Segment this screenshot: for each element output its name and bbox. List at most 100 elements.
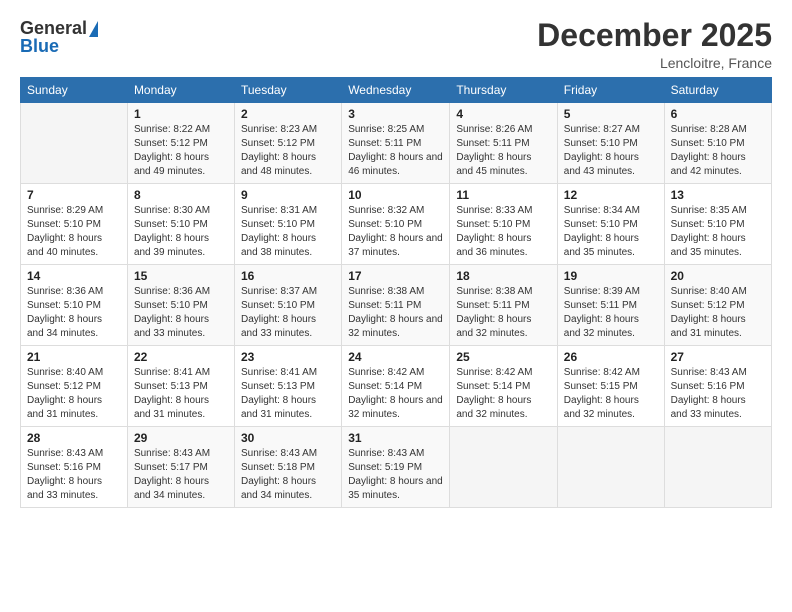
day-info: Sunrise: 8:43 AMSunset: 5:16 PMDaylight:…	[27, 447, 121, 503]
day-info: Sunrise: 8:25 AMSunset: 5:11 PMDaylight:…	[348, 123, 443, 179]
day-number: 31	[348, 431, 443, 445]
calendar-cell: 8Sunrise: 8:30 AMSunset: 5:10 PMDaylight…	[127, 184, 234, 265]
calendar-cell: 25 Sunrise: 8:42 AMSunset: 5:14 PMDayligh…	[450, 346, 557, 427]
day-number: 2	[241, 107, 335, 121]
calendar-cell: 30 Sunrise: 8:43 AMSunset: 5:18 PMDayligh…	[234, 427, 341, 508]
day-info: Sunrise: 8:29 AMSunset: 5:10 PMDaylight:…	[27, 204, 121, 260]
day-info: Sunrise: 8:43 AMSunset: 5:16 PMDaylight:…	[671, 366, 765, 422]
calendar-cell: 6 Sunrise: 8:28 AMSunset: 5:10 PMDaylight…	[664, 103, 771, 184]
day-info: Sunrise: 8:42 AMSunset: 5:14 PMDaylight:…	[348, 366, 443, 422]
day-info: Sunrise: 8:43 AMSunset: 5:19 PMDaylight:…	[348, 447, 443, 503]
day-number: 28	[27, 431, 121, 445]
logo: General Blue	[20, 18, 98, 57]
day-info: Sunrise: 8:26 AMSunset: 5:11 PMDaylight:…	[456, 123, 550, 179]
calendar-header-row: SundayMondayTuesdayWednesdayThursdayFrid…	[21, 78, 772, 103]
calendar-cell: 3 Sunrise: 8:25 AMSunset: 5:11 PMDaylight…	[342, 103, 450, 184]
calendar-cell: 20Sunrise: 8:40 AMSunset: 5:12 PMDayligh…	[664, 265, 771, 346]
logo-blue: Blue	[20, 36, 59, 57]
day-info: Sunrise: 8:42 AMSunset: 5:14 PMDaylight:…	[456, 366, 550, 422]
calendar-cell: 12 Sunrise: 8:34 AMSunset: 5:10 PMDayligh…	[557, 184, 664, 265]
day-info: Sunrise: 8:41 AMSunset: 5:13 PMDaylight:…	[241, 366, 335, 422]
calendar-cell: 14 Sunrise: 8:36 AMSunset: 5:10 PMDayligh…	[21, 265, 128, 346]
calendar-cell: 2 Sunrise: 8:23 AMSunset: 5:12 PMDaylight…	[234, 103, 341, 184]
week-row-3: 14 Sunrise: 8:36 AMSunset: 5:10 PMDayligh…	[21, 265, 772, 346]
location: Lencloitre, France	[537, 55, 772, 71]
calendar-cell: 1Sunrise: 8:22 AMSunset: 5:12 PMDaylight…	[127, 103, 234, 184]
calendar-cell: 29 Sunrise: 8:43 AMSunset: 5:17 PMDayligh…	[127, 427, 234, 508]
day-info: Sunrise: 8:43 AMSunset: 5:17 PMDaylight:…	[134, 447, 228, 503]
calendar-cell: 15 Sunrise: 8:36 AMSunset: 5:10 PMDayligh…	[127, 265, 234, 346]
day-number: 6	[671, 107, 765, 121]
month-title: December 2025	[537, 18, 772, 53]
day-number: 12	[564, 188, 658, 202]
calendar-cell: 26 Sunrise: 8:42 AMSunset: 5:15 PMDayligh…	[557, 346, 664, 427]
day-number: 10	[348, 188, 443, 202]
calendar-cell: 7Sunrise: 8:29 AMSunset: 5:10 PMDaylight…	[21, 184, 128, 265]
day-number: 27	[671, 350, 765, 364]
week-row-2: 7Sunrise: 8:29 AMSunset: 5:10 PMDaylight…	[21, 184, 772, 265]
calendar-cell: 22 Sunrise: 8:41 AMSunset: 5:13 PMDayligh…	[127, 346, 234, 427]
title-block: December 2025 Lencloitre, France	[537, 18, 772, 71]
day-info: Sunrise: 8:23 AMSunset: 5:12 PMDaylight:…	[241, 123, 335, 179]
day-number: 16	[241, 269, 335, 283]
day-number: 3	[348, 107, 443, 121]
column-header-monday: Monday	[127, 78, 234, 103]
calendar-table: SundayMondayTuesdayWednesdayThursdayFrid…	[20, 77, 772, 508]
day-number: 13	[671, 188, 765, 202]
calendar-cell: 24 Sunrise: 8:42 AMSunset: 5:14 PMDayligh…	[342, 346, 450, 427]
day-number: 19	[564, 269, 658, 283]
calendar-cell: 21 Sunrise: 8:40 AMSunset: 5:12 PMDayligh…	[21, 346, 128, 427]
day-info: Sunrise: 8:39 AMSunset: 5:11 PMDaylight:…	[564, 285, 658, 341]
day-info: Sunrise: 8:36 AMSunset: 5:10 PMDaylight:…	[27, 285, 121, 341]
day-info: Sunrise: 8:36 AMSunset: 5:10 PMDaylight:…	[134, 285, 228, 341]
day-number: 21	[27, 350, 121, 364]
calendar-cell: 9 Sunrise: 8:31 AMSunset: 5:10 PMDaylight…	[234, 184, 341, 265]
day-info: Sunrise: 8:31 AMSunset: 5:10 PMDaylight:…	[241, 204, 335, 260]
day-number: 18	[456, 269, 550, 283]
day-number: 26	[564, 350, 658, 364]
day-info: Sunrise: 8:43 AMSunset: 5:18 PMDaylight:…	[241, 447, 335, 503]
day-number: 4	[456, 107, 550, 121]
day-info: Sunrise: 8:33 AMSunset: 5:10 PMDaylight:…	[456, 204, 550, 260]
day-number: 25	[456, 350, 550, 364]
column-header-thursday: Thursday	[450, 78, 557, 103]
day-info: Sunrise: 8:28 AMSunset: 5:10 PMDaylight:…	[671, 123, 765, 179]
day-number: 11	[456, 188, 550, 202]
day-info: Sunrise: 8:41 AMSunset: 5:13 PMDaylight:…	[134, 366, 228, 422]
day-number: 15	[134, 269, 228, 283]
day-info: Sunrise: 8:35 AMSunset: 5:10 PMDaylight:…	[671, 204, 765, 260]
calendar-cell: 13 Sunrise: 8:35 AMSunset: 5:10 PMDayligh…	[664, 184, 771, 265]
calendar-cell	[450, 427, 557, 508]
day-number: 1	[134, 107, 228, 121]
calendar-cell: 10Sunrise: 8:32 AMSunset: 5:10 PMDayligh…	[342, 184, 450, 265]
day-number: 24	[348, 350, 443, 364]
day-number: 23	[241, 350, 335, 364]
day-number: 14	[27, 269, 121, 283]
header: General Blue December 2025 Lencloitre, F…	[20, 18, 772, 71]
day-info: Sunrise: 8:38 AMSunset: 5:11 PMDaylight:…	[348, 285, 443, 341]
calendar-cell: 27 Sunrise: 8:43 AMSunset: 5:16 PMDayligh…	[664, 346, 771, 427]
day-info: Sunrise: 8:27 AMSunset: 5:10 PMDaylight:…	[564, 123, 658, 179]
day-info: Sunrise: 8:34 AMSunset: 5:10 PMDaylight:…	[564, 204, 658, 260]
day-number: 29	[134, 431, 228, 445]
day-number: 9	[241, 188, 335, 202]
calendar-cell: 31 Sunrise: 8:43 AMSunset: 5:19 PMDayligh…	[342, 427, 450, 508]
column-header-tuesday: Tuesday	[234, 78, 341, 103]
calendar-cell	[557, 427, 664, 508]
calendar-cell: 4 Sunrise: 8:26 AMSunset: 5:11 PMDaylight…	[450, 103, 557, 184]
day-number: 30	[241, 431, 335, 445]
logo-triangle-icon	[89, 21, 98, 37]
day-info: Sunrise: 8:40 AMSunset: 5:12 PMDaylight:…	[27, 366, 121, 422]
week-row-1: 1Sunrise: 8:22 AMSunset: 5:12 PMDaylight…	[21, 103, 772, 184]
day-number: 8	[134, 188, 228, 202]
day-number: 22	[134, 350, 228, 364]
day-info: Sunrise: 8:40 AMSunset: 5:12 PMDaylight:…	[671, 285, 765, 341]
column-header-friday: Friday	[557, 78, 664, 103]
calendar-cell	[21, 103, 128, 184]
week-row-4: 21 Sunrise: 8:40 AMSunset: 5:12 PMDayligh…	[21, 346, 772, 427]
calendar-cell: 23 Sunrise: 8:41 AMSunset: 5:13 PMDayligh…	[234, 346, 341, 427]
calendar-cell: 16 Sunrise: 8:37 AMSunset: 5:10 PMDayligh…	[234, 265, 341, 346]
day-info: Sunrise: 8:37 AMSunset: 5:10 PMDaylight:…	[241, 285, 335, 341]
calendar-cell: 18Sunrise: 8:38 AMSunset: 5:11 PMDayligh…	[450, 265, 557, 346]
day-info: Sunrise: 8:42 AMSunset: 5:15 PMDaylight:…	[564, 366, 658, 422]
